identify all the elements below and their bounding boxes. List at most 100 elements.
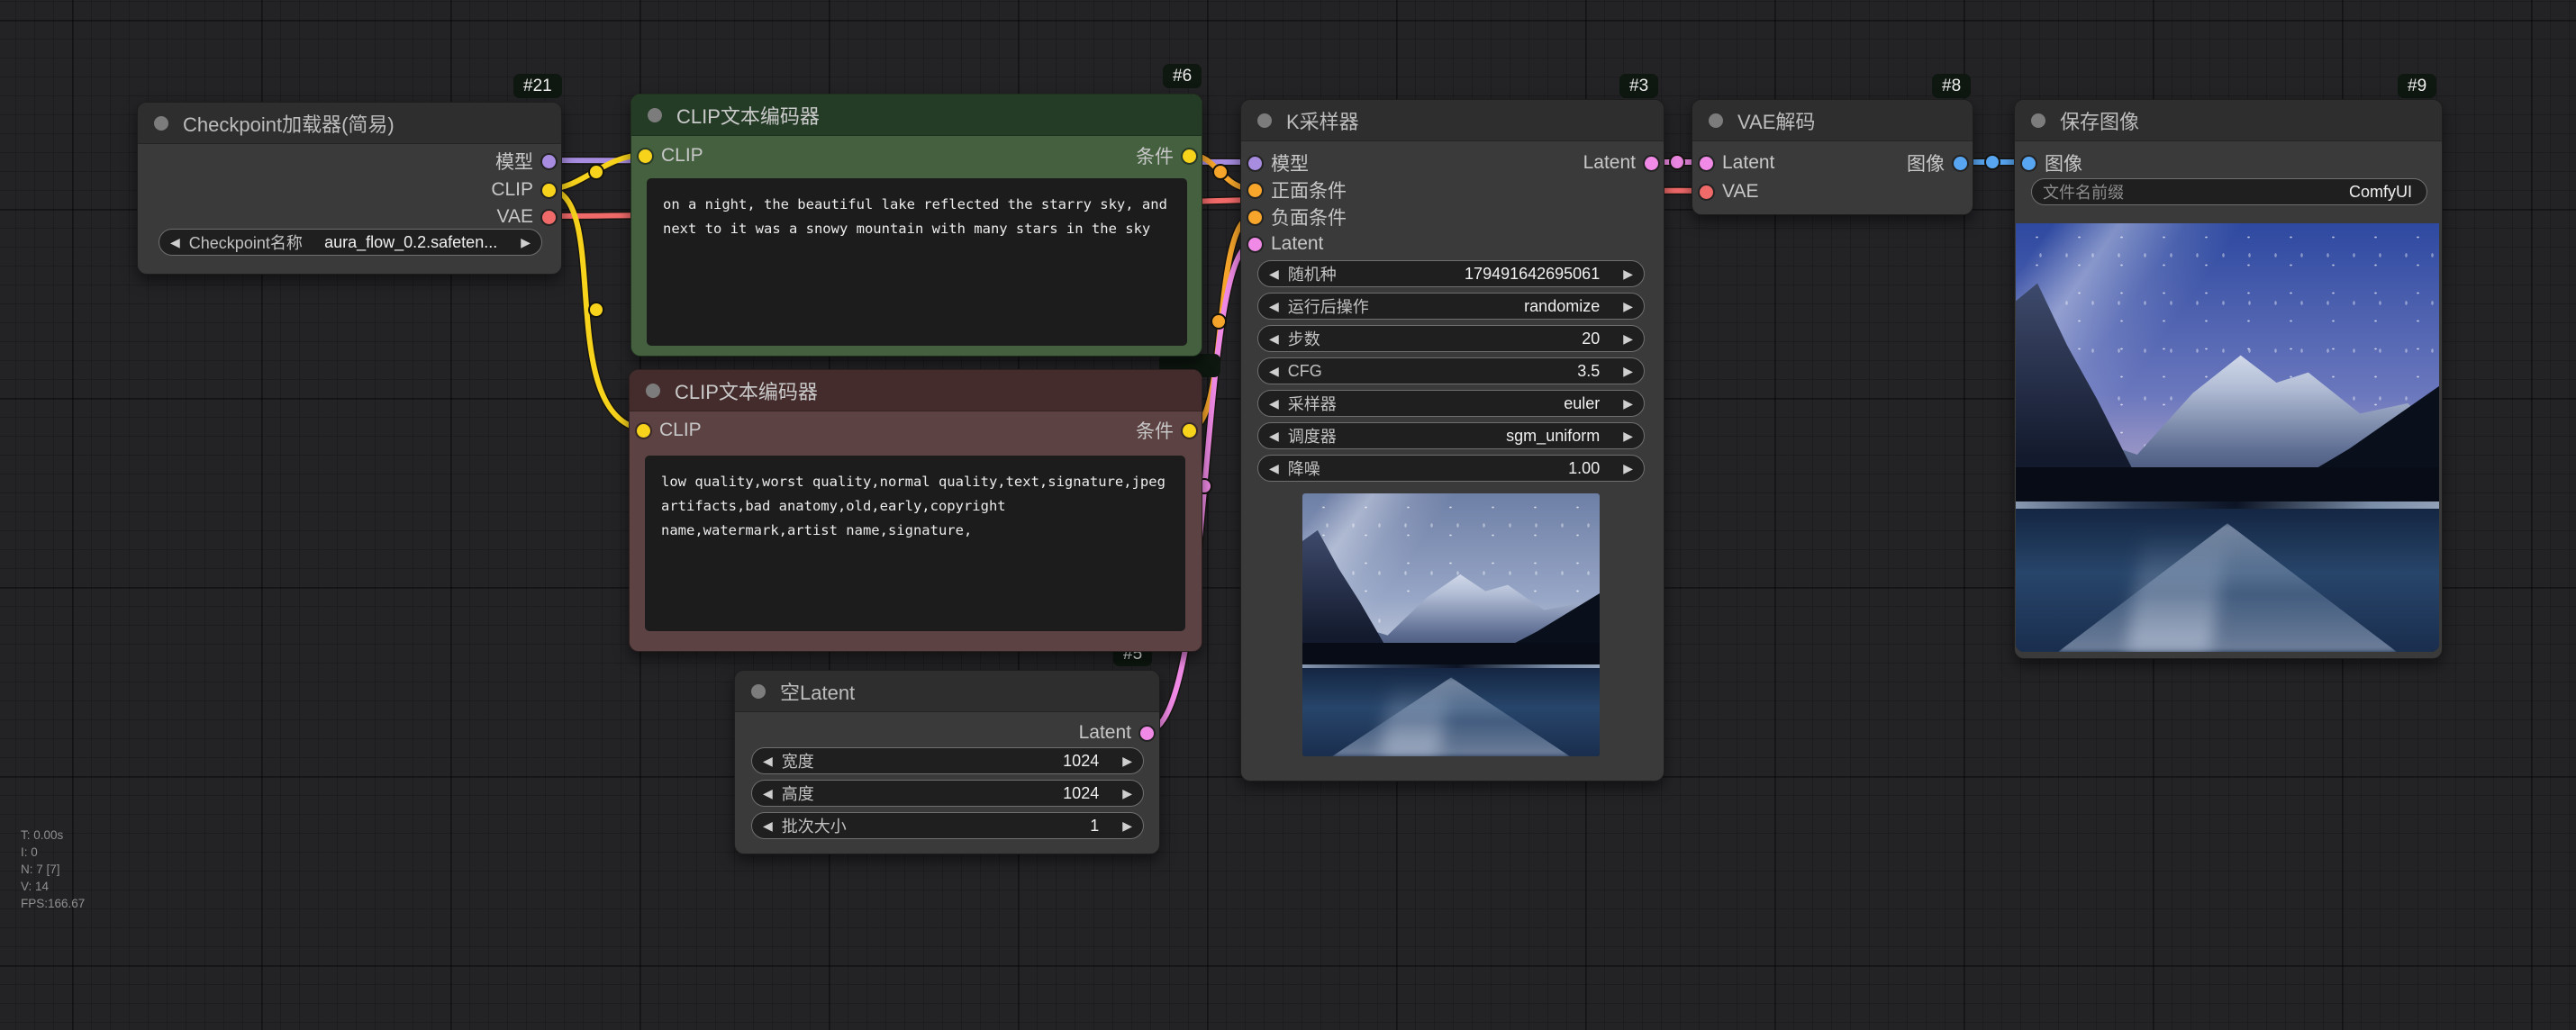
decrement-arrow-icon[interactable]: ◀ — [1269, 364, 1279, 379]
decrement-arrow-icon[interactable]: ◀ — [763, 818, 773, 834]
input-slot-latent[interactable]: Latent — [1248, 233, 1323, 255]
input-slot-latent[interactable]: Latent — [1700, 152, 1774, 174]
decrement-arrow-icon[interactable]: ◀ — [763, 754, 773, 769]
node-id-badge: #8 — [1932, 74, 1971, 98]
steps-widget[interactable]: ◀ 步数 20 ▶ — [1257, 325, 1645, 352]
slot-dot-latent[interactable] — [1248, 238, 1262, 251]
input-slot-model[interactable]: 模型 — [1248, 152, 1309, 174]
node-id-badge: #21 — [513, 74, 562, 98]
increment-arrow-icon[interactable]: ▶ — [1623, 331, 1633, 347]
increment-arrow-icon[interactable]: ▶ — [1623, 396, 1633, 411]
node-checkpoint-loader[interactable]: Checkpoint加载器(简易) 模型 CLIP VAE ◀ Checkpoi… — [137, 102, 562, 275]
preview-image — [1302, 493, 1600, 756]
node-clip-encode-negative[interactable]: CLIP文本编码器 CLIP 条件 low quality,worst qual… — [629, 369, 1202, 652]
slot-dot-clip[interactable] — [542, 184, 556, 197]
increment-arrow-icon[interactable]: ▶ — [521, 235, 531, 250]
slot-dot-positive[interactable] — [1248, 184, 1262, 197]
stat-fps: FPS:166.67 — [21, 895, 85, 912]
decrement-arrow-icon[interactable]: ◀ — [1269, 331, 1279, 347]
node-title-label: VAE解码 — [1737, 106, 1815, 135]
input-slot-vae[interactable]: VAE — [1700, 181, 1758, 203]
node-title-label: CLIP文本编码器 — [675, 376, 818, 405]
slot-dot-vae[interactable] — [1700, 185, 1713, 199]
filename-prefix-widget[interactable]: 文件名前缀 ComfyUI — [2031, 178, 2427, 205]
scheduler-widget[interactable]: ◀ 调度器 sgm_uniform ▶ — [1257, 422, 1645, 449]
node-title-bar[interactable]: Checkpoint加载器(简易) — [138, 103, 561, 144]
seed-widget[interactable]: ◀ 随机种 179491642695061 ▶ — [1257, 260, 1645, 287]
node-title-bar[interactable]: 保存图像 — [2015, 100, 2442, 141]
positive-prompt-textarea[interactable]: on a night, the beautiful lake reflected… — [647, 178, 1187, 346]
output-slot-model[interactable]: 模型 — [495, 150, 556, 172]
input-slot-clip[interactable]: CLIP — [639, 145, 703, 167]
decrement-arrow-icon[interactable]: ◀ — [1269, 267, 1279, 282]
collapse-dot-icon[interactable] — [2031, 113, 2045, 128]
increment-arrow-icon[interactable]: ▶ — [1122, 786, 1132, 801]
input-slot-positive[interactable]: 正面条件 — [1248, 179, 1347, 201]
slot-dot-conditioning[interactable] — [1183, 149, 1196, 163]
collapse-dot-icon[interactable] — [1257, 113, 1272, 128]
node-title-bar[interactable]: VAE解码 — [1692, 100, 1973, 141]
node-title-bar[interactable]: K采样器 — [1241, 100, 1664, 141]
slot-dot-latent[interactable] — [1140, 727, 1154, 740]
input-slot-clip[interactable]: CLIP — [637, 420, 702, 441]
sampler-widget[interactable]: ◀ 采样器 euler ▶ — [1257, 390, 1645, 417]
batch-size-widget[interactable]: ◀ 批次大小 1 ▶ — [751, 812, 1144, 839]
node-empty-latent[interactable]: 空Latent Latent ◀ 宽度 1024 ▶ ◀ 高度 1024 ▶ ◀… — [734, 670, 1160, 854]
slot-dot-latent[interactable] — [1645, 157, 1658, 170]
slot-dot-conditioning[interactable] — [1183, 424, 1196, 438]
increment-arrow-icon[interactable]: ▶ — [1122, 754, 1132, 769]
node-save-image[interactable]: 保存图像 图像 文件名前缀 ComfyUI — [2014, 99, 2443, 659]
increment-arrow-icon[interactable]: ▶ — [1623, 461, 1633, 476]
negative-prompt-textarea[interactable]: low quality,worst quality,normal quality… — [645, 456, 1185, 631]
node-title-bar[interactable]: CLIP文本编码器 — [631, 95, 1202, 136]
increment-arrow-icon[interactable]: ▶ — [1623, 267, 1633, 282]
node-vae-decode[interactable]: VAE解码 Latent VAE 图像 — [1692, 99, 1973, 215]
comfyui-canvas[interactable]: { "icons": { "left_arrow": "◀", "right_a… — [0, 0, 2576, 1030]
node-clip-encode-positive[interactable]: CLIP文本编码器 CLIP 条件 on a night, the beauti… — [630, 94, 1202, 357]
output-slot-vae[interactable]: VAE — [497, 206, 556, 228]
slot-dot-model[interactable] — [542, 155, 556, 168]
cfg-widget[interactable]: ◀ CFG 3.5 ▶ — [1257, 357, 1645, 384]
output-slot-clip[interactable]: CLIP — [491, 179, 556, 201]
slot-dot-vae[interactable] — [542, 211, 556, 224]
decrement-arrow-icon[interactable]: ◀ — [1269, 299, 1279, 314]
node-ksampler[interactable]: K采样器 模型 正面条件 负面条件 Latent Latent ◀ 随机种 17… — [1240, 99, 1664, 782]
slot-dot-image[interactable] — [2022, 157, 2036, 170]
input-slot-image[interactable]: 图像 — [2022, 152, 2082, 174]
output-slot-latent[interactable]: Latent — [1583, 152, 1658, 174]
slot-dot-image[interactable] — [1954, 157, 1967, 170]
increment-arrow-icon[interactable]: ▶ — [1623, 364, 1633, 379]
slot-dot-clip[interactable] — [639, 149, 652, 163]
ckpt-name-widget[interactable]: ◀ Checkpoint名称 aura_flow_0.2.safeten... … — [159, 229, 542, 256]
collapse-dot-icon[interactable] — [154, 116, 168, 131]
increment-arrow-icon[interactable]: ▶ — [1623, 299, 1633, 314]
increment-arrow-icon[interactable]: ▶ — [1623, 429, 1633, 444]
slot-dot-negative[interactable] — [1248, 211, 1262, 224]
output-slot-image[interactable]: 图像 — [1907, 152, 1967, 174]
output-slot-latent[interactable]: Latent — [1079, 722, 1154, 744]
output-slot-conditioning[interactable]: 条件 — [1136, 420, 1196, 441]
preview-image — [2016, 223, 2439, 652]
collapse-dot-icon[interactable] — [646, 384, 660, 398]
collapse-dot-icon[interactable] — [751, 684, 766, 699]
increment-arrow-icon[interactable]: ▶ — [1122, 818, 1132, 834]
decrement-arrow-icon[interactable]: ◀ — [1269, 429, 1279, 444]
denoise-widget[interactable]: ◀ 降噪 1.00 ▶ — [1257, 455, 1645, 482]
decrement-arrow-icon[interactable]: ◀ — [1269, 396, 1279, 411]
output-slot-conditioning[interactable]: 条件 — [1136, 145, 1196, 167]
control-after-generate-widget[interactable]: ◀ 运行后操作 randomize ▶ — [1257, 293, 1645, 320]
decrement-arrow-icon[interactable]: ◀ — [763, 786, 773, 801]
slot-dot-model[interactable] — [1248, 157, 1262, 170]
input-slot-negative[interactable]: 负面条件 — [1248, 206, 1347, 228]
node-title-bar[interactable]: 空Latent — [735, 671, 1159, 712]
height-widget[interactable]: ◀ 高度 1024 ▶ — [751, 780, 1144, 807]
canvas-stats: T: 0.00s I: 0 N: 7 [7] V: 14 FPS:166.67 — [21, 827, 85, 912]
node-title-bar[interactable]: CLIP文本编码器 — [630, 370, 1202, 411]
decrement-arrow-icon[interactable]: ◀ — [170, 235, 180, 250]
decrement-arrow-icon[interactable]: ◀ — [1269, 461, 1279, 476]
width-widget[interactable]: ◀ 宽度 1024 ▶ — [751, 747, 1144, 774]
slot-dot-clip[interactable] — [637, 424, 650, 438]
collapse-dot-icon[interactable] — [648, 108, 662, 122]
slot-dot-latent[interactable] — [1700, 157, 1713, 170]
collapse-dot-icon[interactable] — [1709, 113, 1723, 128]
